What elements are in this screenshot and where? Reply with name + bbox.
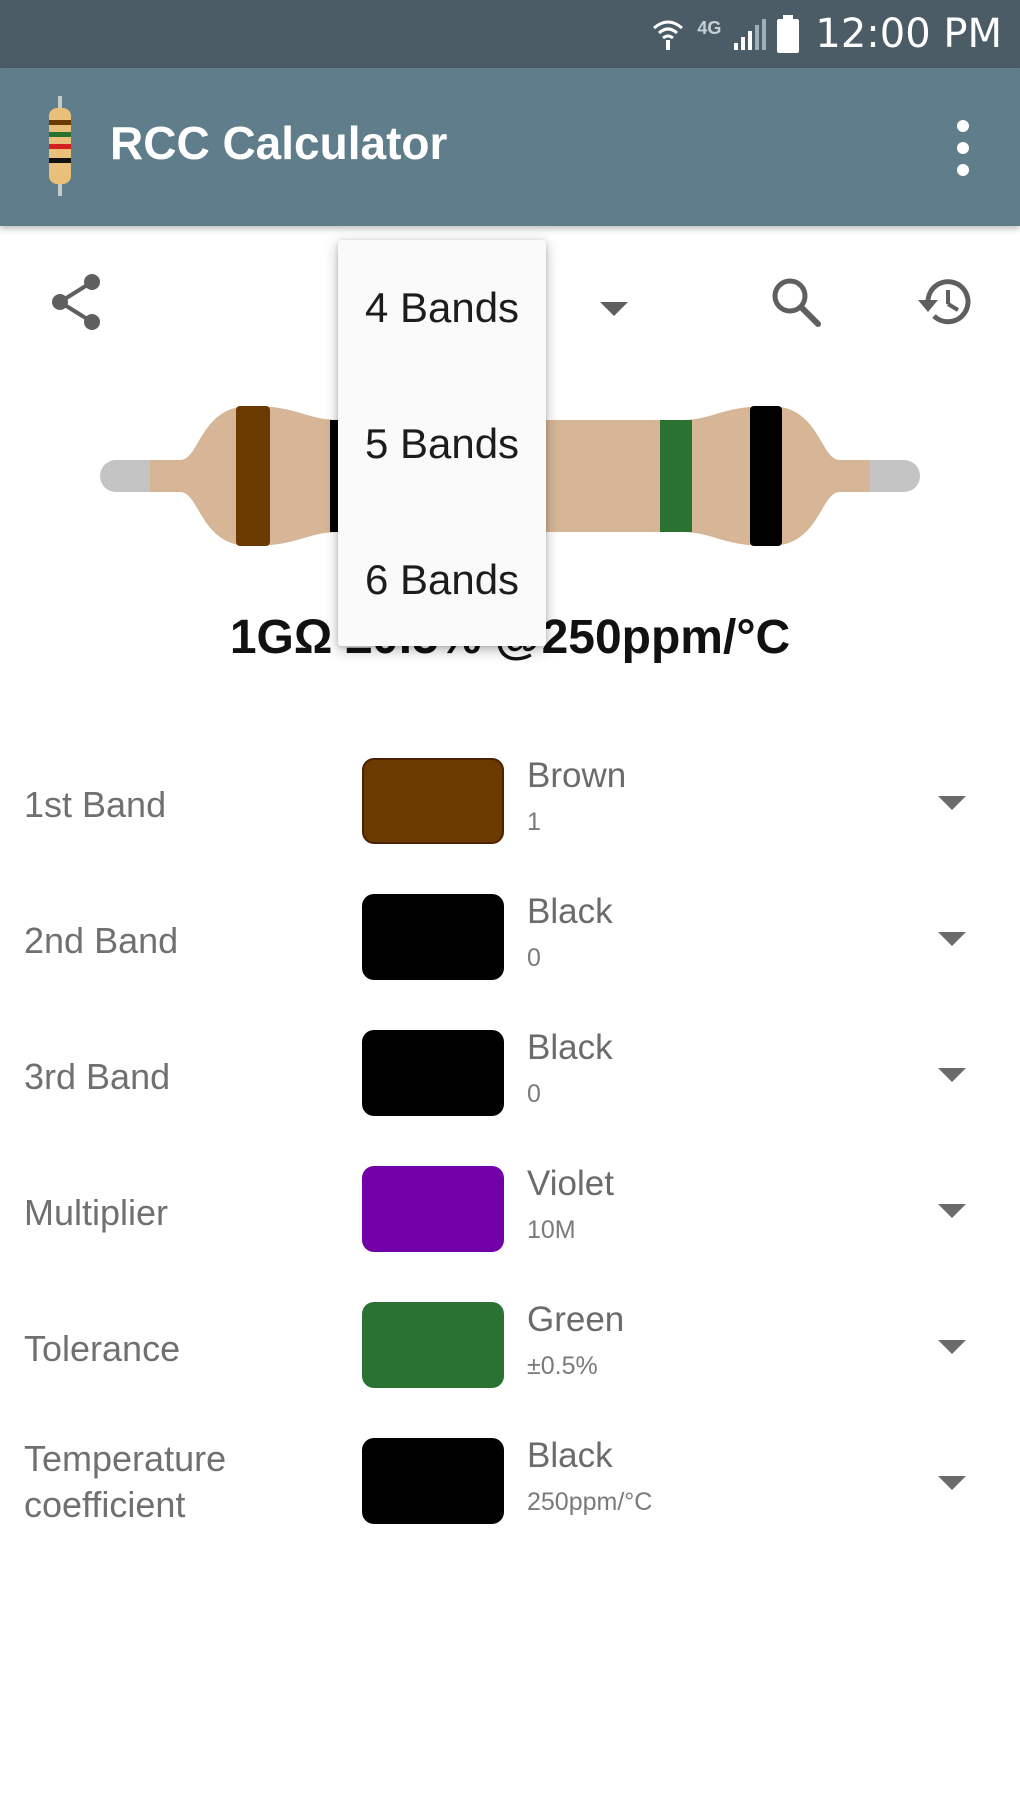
band-label: 2nd Band bbox=[24, 920, 179, 961]
band-row-1[interactable]: 1st Band Brown 1 bbox=[0, 756, 1020, 892]
menu-item-5-bands[interactable]: 5 Bands bbox=[338, 376, 546, 512]
band-count-dropdown-arrow[interactable] bbox=[600, 302, 628, 316]
band-label: Multiplier bbox=[24, 1192, 169, 1233]
more-vert-icon[interactable] bbox=[948, 120, 978, 176]
resistor-band-tolerance bbox=[660, 420, 692, 532]
history-button[interactable] bbox=[908, 266, 980, 338]
band-color-name: Black bbox=[527, 1436, 613, 1475]
share-icon bbox=[52, 274, 100, 330]
chevron-down-icon[interactable] bbox=[938, 932, 966, 946]
color-swatch[interactable] bbox=[362, 1166, 504, 1252]
band-label: 3rd Band bbox=[24, 1056, 171, 1097]
chevron-down-icon[interactable] bbox=[938, 1476, 966, 1490]
chevron-down-icon[interactable] bbox=[938, 1068, 966, 1082]
band-row-2[interactable]: 2nd Band Black 0 bbox=[0, 892, 1020, 1028]
status-time: 12:00 PM bbox=[815, 11, 1002, 57]
band-color-name: Black bbox=[527, 1028, 613, 1067]
menu-item-6-bands[interactable]: 6 Bands bbox=[338, 512, 546, 648]
signal-icon bbox=[734, 19, 767, 50]
band-row-multiplier[interactable]: Multiplier Violet 10M bbox=[0, 1164, 1020, 1300]
wifi-icon bbox=[653, 20, 684, 50]
share-button[interactable] bbox=[40, 266, 112, 338]
status-icons: 4G 12:00 PM bbox=[651, 0, 1002, 68]
color-swatch[interactable] bbox=[362, 758, 504, 844]
app-title: RCC Calculator bbox=[110, 117, 448, 169]
band-label: 1st Band bbox=[24, 784, 167, 825]
menu-item-4-bands[interactable]: 4 Bands bbox=[338, 240, 546, 376]
band-row-tolerance[interactable]: Tolerance Green ±0.5% bbox=[0, 1300, 1020, 1436]
band-label: Temperature coefficient bbox=[24, 1438, 227, 1525]
app-bar: RCC Calculator bbox=[0, 68, 1020, 226]
resistor-band-tempco bbox=[750, 406, 782, 546]
search-icon bbox=[772, 278, 821, 327]
color-swatch[interactable] bbox=[362, 1030, 504, 1116]
chevron-down-icon[interactable] bbox=[938, 1204, 966, 1218]
band-value: 10M bbox=[527, 1216, 576, 1244]
band-color-name: Green bbox=[527, 1300, 625, 1339]
band-count-menu: 4 Bands 5 Bands 6 Bands bbox=[338, 240, 546, 646]
battery-icon bbox=[777, 15, 800, 53]
status-bar: 4G 12:00 PM bbox=[0, 0, 1020, 68]
band-color-name: Violet bbox=[527, 1164, 614, 1203]
search-button[interactable] bbox=[760, 266, 832, 338]
band-value: 0 bbox=[527, 944, 541, 972]
band-row-temperature-coefficient[interactable]: Temperature coefficient Black 250ppm/°C bbox=[0, 1436, 1020, 1572]
resistor-logo-icon bbox=[49, 96, 71, 196]
history-icon bbox=[918, 279, 971, 325]
band-value: 1 bbox=[527, 808, 541, 836]
band-label: Tolerance bbox=[24, 1328, 181, 1369]
color-swatch[interactable] bbox=[362, 1302, 504, 1388]
color-swatch[interactable] bbox=[362, 1438, 504, 1524]
band-row-3[interactable]: 3rd Band Black 0 bbox=[0, 1028, 1020, 1164]
resistor-band-1 bbox=[236, 406, 270, 546]
band-value: 250ppm/°C bbox=[527, 1488, 653, 1516]
color-swatch[interactable] bbox=[362, 894, 504, 980]
band-value: 0 bbox=[527, 1080, 541, 1108]
band-color-name: Brown bbox=[527, 756, 627, 795]
band-color-name: Black bbox=[527, 892, 613, 931]
network-type-label: 4G bbox=[697, 17, 722, 38]
band-list: 1st Band Brown 1 2nd Band Black 0 3rd Ba… bbox=[0, 756, 1020, 1572]
band-value: ±0.5% bbox=[527, 1352, 598, 1380]
chevron-down-icon[interactable] bbox=[938, 1340, 966, 1354]
chevron-down-icon[interactable] bbox=[938, 796, 966, 810]
